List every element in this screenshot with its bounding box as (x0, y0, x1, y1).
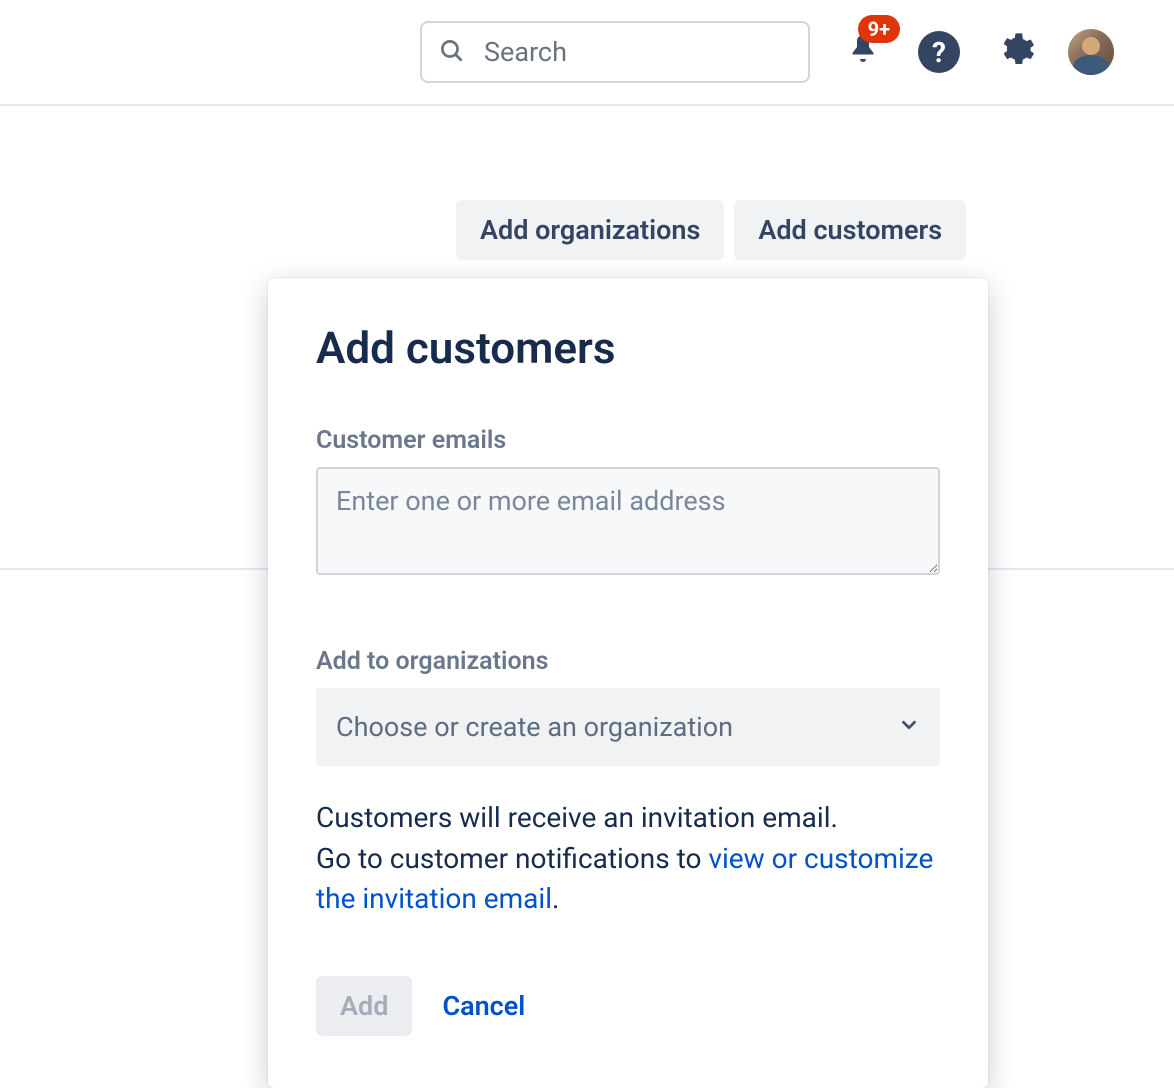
panel-actions: Add Cancel (316, 976, 940, 1036)
search-wrap (420, 21, 810, 83)
organization-select[interactable]: Choose or create an organization (316, 688, 940, 766)
organization-select-placeholder: Choose or create an organization (336, 711, 733, 743)
panel-title: Add customers (316, 322, 940, 374)
add-button[interactable]: Add (316, 976, 412, 1036)
gear-icon (995, 30, 1035, 74)
help-button[interactable]: ? (916, 29, 962, 75)
info-line-1: Customers will receive an invitation ema… (316, 801, 838, 834)
page-toolbar: Add organizations Add customers (456, 200, 966, 260)
cancel-button[interactable]: Cancel (442, 990, 525, 1022)
app-header: 9+ ? (0, 0, 1174, 106)
search-icon (438, 37, 464, 67)
add-organizations-button[interactable]: Add organizations (456, 200, 724, 260)
customer-emails-label: Customer emails (316, 426, 940, 455)
chevron-down-icon (898, 711, 920, 743)
settings-button[interactable] (992, 29, 1038, 75)
add-customers-panel: Add customers Customer emails Add to org… (268, 278, 988, 1088)
notifications-button[interactable]: 9+ (840, 29, 886, 75)
avatar (1068, 29, 1114, 75)
customer-emails-input[interactable] (316, 467, 940, 575)
info-line-2b: . (552, 882, 559, 915)
help-icon: ? (918, 31, 960, 73)
add-customers-button[interactable]: Add customers (734, 200, 966, 260)
profile-avatar-button[interactable] (1068, 29, 1114, 75)
info-line-2a: Go to customer notifications to (316, 842, 708, 875)
customer-emails-section: Customer emails (316, 426, 940, 579)
add-to-organizations-section: Add to organizations Choose or create an… (316, 647, 940, 766)
add-to-organizations-label: Add to organizations (316, 647, 940, 676)
search-input[interactable] (420, 21, 810, 83)
notification-count-badge: 9+ (858, 15, 900, 43)
info-text: Customers will receive an invitation ema… (316, 798, 940, 920)
